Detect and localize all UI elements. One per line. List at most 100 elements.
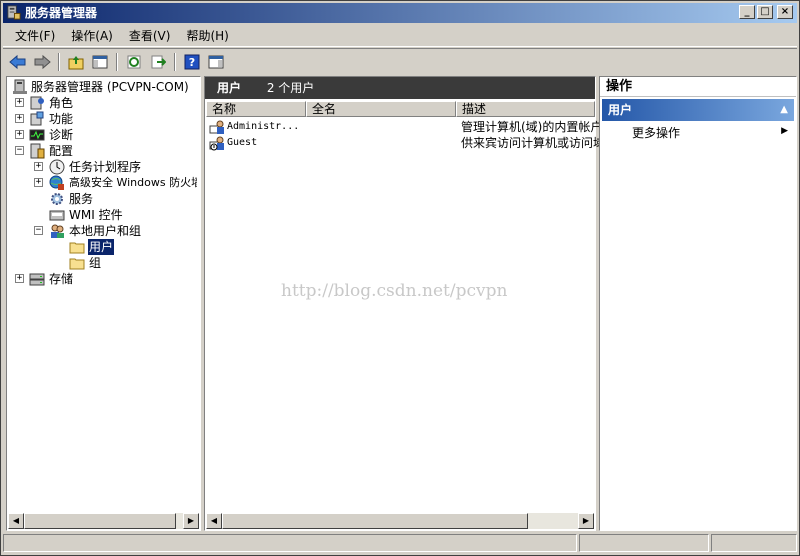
expand-toggle[interactable]: +: [34, 162, 43, 171]
result-header-count: 2 个用户: [266, 81, 315, 95]
console-tree-pane[interactable]: 服务器管理器 (PCVPN-COM) + 角色 + 功能 + 诊断 − 配置 +…: [6, 76, 201, 531]
tree-label-task-scheduler: 任务计划程序: [69, 160, 142, 174]
expand-toggle[interactable]: +: [34, 178, 43, 187]
tree-label-wmi: WMI 控件: [69, 208, 123, 222]
minimize-button[interactable]: _: [739, 5, 755, 19]
tree-node-roles[interactable]: + 角色: [9, 95, 197, 111]
tree-label-firewall: 高级安全 Windows 防火墙: [69, 176, 197, 189]
menu-view[interactable]: 查看(V): [121, 26, 179, 46]
status-cell: [711, 534, 797, 552]
scroll-left-button[interactable]: ◀: [8, 513, 24, 529]
column-header-name[interactable]: 名称: [206, 101, 306, 117]
scroll-right-button[interactable]: ▶: [578, 513, 594, 529]
actions-section-users[interactable]: 用户 ▲: [602, 99, 794, 121]
show-hide-tree-button[interactable]: [89, 51, 111, 73]
scroll-right-button[interactable]: ▶: [183, 513, 199, 529]
show-action-pane-button[interactable]: [205, 51, 227, 73]
tree-horizontal-scrollbar[interactable]: ◀ ▶: [8, 513, 199, 529]
tree-node-root[interactable]: 服务器管理器 (PCVPN-COM): [9, 79, 197, 95]
result-horizontal-scrollbar[interactable]: ◀ ▶: [206, 513, 594, 529]
console-tree: 服务器管理器 (PCVPN-COM) + 角色 + 功能 + 诊断 − 配置 +…: [9, 79, 197, 287]
status-cell: [579, 534, 709, 552]
title-bar[interactable]: 服务器管理器 _ □ ×: [3, 3, 797, 23]
tree-node-firewall[interactable]: + 高级安全 Windows 防火墙: [9, 175, 197, 191]
tree-node-storage[interactable]: + 存储: [9, 271, 197, 287]
table-row[interactable]: Guest 供来宾访问计算机或访问域: [209, 135, 605, 151]
export-icon: [151, 55, 166, 68]
console-tree-icon: [92, 55, 108, 68]
toolbar-separator: [174, 52, 176, 71]
help-icon: ?: [184, 54, 200, 69]
column-header-fullname[interactable]: 全名: [306, 101, 456, 117]
tree-node-features[interactable]: + 功能: [9, 111, 197, 127]
actions-title: 操作: [600, 77, 796, 97]
firewall-globe-icon: [49, 175, 64, 190]
tree-node-task-scheduler[interactable]: + 任务计划程序: [9, 159, 197, 175]
table-row[interactable]: Administr... 管理计算机(域)的内置帐户: [209, 119, 602, 135]
menu-bar: 文件(F) 操作(A) 查看(V) 帮助(H): [3, 25, 797, 47]
action-pane-icon: [208, 55, 224, 68]
tree-label-diagnostics: 诊断: [49, 128, 74, 142]
result-pane-header: 用户 2 个用户: [205, 77, 595, 99]
clock-icon: [49, 159, 65, 175]
expand-toggle[interactable]: +: [15, 98, 24, 107]
collapse-toggle[interactable]: −: [34, 226, 43, 235]
tree-label-storage: 存储: [49, 272, 74, 286]
tree-node-local-users-groups[interactable]: − 本地用户和组: [9, 223, 197, 239]
toolbar: ?: [3, 48, 797, 74]
help-button[interactable]: ?: [181, 51, 203, 73]
tree-node-config[interactable]: − 配置: [9, 143, 197, 159]
collapse-up-icon[interactable]: ▲: [780, 99, 788, 121]
tree-node-users[interactable]: 用户: [9, 239, 197, 255]
tree-label-users: 用户: [88, 239, 115, 255]
actions-section-label: 用户: [608, 103, 633, 117]
diagnostics-icon: [29, 129, 45, 141]
services-gear-icon: [51, 193, 63, 205]
menu-help[interactable]: 帮助(H): [178, 26, 236, 46]
tree-node-groups[interactable]: 组: [9, 255, 197, 271]
user-icon: [209, 120, 224, 134]
result-pane: 用户 2 个用户 名称 全名 描述 Administr... 管理计算机(域)的…: [204, 76, 605, 531]
status-bar: [3, 534, 797, 554]
up-level-button[interactable]: [65, 51, 87, 73]
svg-text:?: ?: [189, 56, 195, 69]
tree-node-wmi[interactable]: WMI 控件: [9, 207, 197, 223]
window-title: 服务器管理器: [25, 6, 98, 20]
more-actions-link[interactable]: 更多操作: [632, 125, 680, 141]
refresh-icon: [127, 55, 141, 68]
collapse-toggle[interactable]: −: [15, 146, 24, 155]
scroll-thumb[interactable]: [24, 513, 176, 529]
server-manager-icon: [7, 5, 21, 20]
expand-toggle[interactable]: +: [15, 130, 24, 139]
scroll-left-button[interactable]: ◀: [206, 513, 222, 529]
menu-action[interactable]: 操作(A): [63, 26, 121, 46]
forward-arrow-icon: [34, 54, 51, 69]
forward-button[interactable]: [31, 51, 53, 73]
expand-toggle[interactable]: +: [15, 114, 24, 123]
folder-icon: [69, 258, 85, 270]
status-cell: [3, 534, 577, 552]
menu-file[interactable]: 文件(F): [7, 26, 63, 46]
user-description: 管理计算机(域)的内置帐户: [461, 120, 603, 134]
maximize-button[interactable]: □: [757, 5, 773, 19]
close-button[interactable]: ×: [777, 5, 793, 19]
expand-toggle[interactable]: +: [15, 274, 24, 283]
wmi-control-icon: [49, 210, 65, 221]
refresh-button[interactable]: [123, 51, 145, 73]
tree-label-features: 功能: [49, 112, 74, 126]
scroll-thumb[interactable]: [222, 513, 528, 529]
tree-node-diagnostics[interactable]: + 诊断: [9, 127, 197, 143]
submenu-arrow-icon: ▶: [781, 126, 788, 136]
column-header-description[interactable]: 描述: [456, 101, 595, 117]
tree-label-root: 服务器管理器 (PCVPN-COM): [31, 80, 189, 94]
watermark-text: http://blog.csdn.net/pcvpn: [281, 281, 508, 301]
tree-label-services: 服务: [69, 192, 94, 206]
tree-label-local-users-groups: 本地用户和组: [69, 224, 142, 238]
export-list-button[interactable]: [147, 51, 169, 73]
tree-node-services[interactable]: 服务: [9, 191, 197, 207]
tree-label-groups: 组: [89, 256, 102, 270]
toolbar-separator: [116, 52, 118, 71]
actions-pane: 操作 用户 ▲ 更多操作 ▶: [599, 76, 797, 531]
back-button[interactable]: [7, 51, 29, 73]
folder-icon: [69, 242, 85, 254]
